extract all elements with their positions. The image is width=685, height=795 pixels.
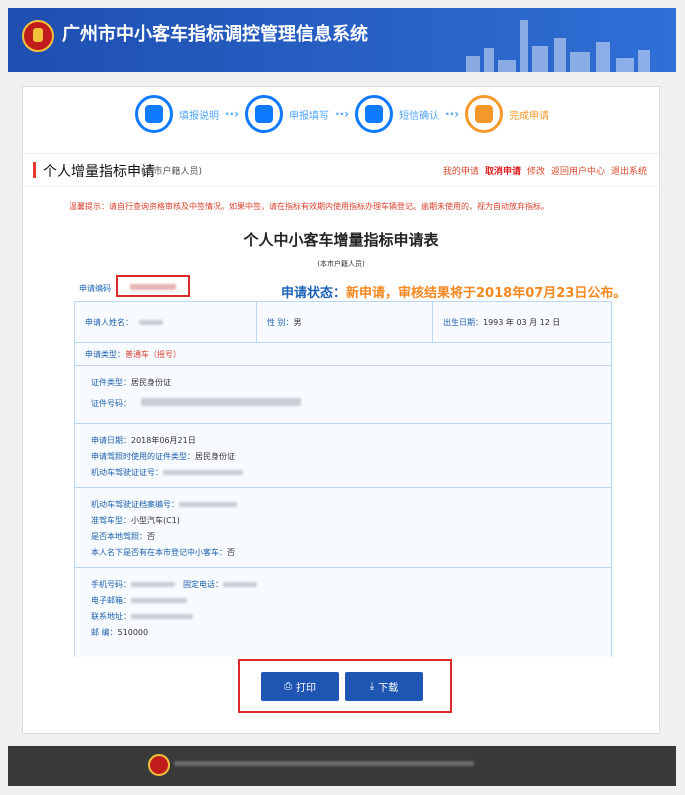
list-icon bbox=[135, 95, 173, 133]
gender-cell: 性 别：男 bbox=[257, 302, 433, 342]
buttons-highlight: ⎙ 打印 ⤓ 下载 bbox=[238, 659, 452, 713]
section-titlebar: 个人增量指标申请 (本市户籍人员) 我的申请 取消申请 修改 返回用户中心 退出… bbox=[23, 153, 659, 187]
birth-cell: 出生日期： 1993 年 03 月 12 日 bbox=[443, 317, 561, 327]
system-title: 广州市中小客车指标调控管理信息系统 bbox=[62, 24, 368, 45]
action-links: 我的申请 取消申请 修改 返回用户中心 退出系统 bbox=[443, 164, 647, 177]
name-redacted bbox=[139, 319, 163, 325]
warm-tip: 温馨提示：请自行查询资格审核及中签情况。如果中签，请在指标有效期内使用指标办理车… bbox=[69, 202, 549, 211]
step-2: 申报填写 bbox=[245, 95, 329, 133]
footer-text bbox=[174, 761, 474, 768]
city-skyline-decoration bbox=[466, 18, 656, 72]
step-4: 完成申请 bbox=[465, 95, 549, 133]
download-icon: ⤓ bbox=[369, 681, 375, 692]
edit-icon bbox=[245, 95, 284, 133]
footer-bar bbox=[8, 746, 676, 786]
row-apply-type: 申请类型： 普通车（摇号） bbox=[75, 343, 611, 366]
title-accent bbox=[33, 162, 36, 178]
link-cancel-application[interactable]: 取消申请 bbox=[485, 164, 521, 177]
link-modify[interactable]: 修改 bbox=[527, 164, 545, 177]
done-icon bbox=[465, 95, 504, 133]
row-license: 机动车驾驶证档案编号： 准驾车型：小型汽车(C1) 是否本地驾照：否 本人名下是… bbox=[75, 488, 611, 568]
form-title: 个人中小客车增量指标申请表 bbox=[243, 231, 439, 249]
step-1: 填报说明 bbox=[135, 95, 219, 133]
step-label: 填报说明 bbox=[179, 110, 219, 122]
download-button[interactable]: ⤓ 下载 bbox=[345, 672, 423, 701]
printer-icon: ⎙ bbox=[284, 681, 292, 692]
step-label: 完成申请 bbox=[509, 110, 550, 122]
step-arrow-icon: ··› bbox=[225, 107, 240, 121]
step-arrow-icon: ··› bbox=[445, 107, 460, 121]
id-no-redacted bbox=[141, 398, 301, 406]
link-user-center[interactable]: 返回用户中心 bbox=[551, 164, 605, 177]
footer-logo bbox=[148, 754, 170, 776]
section-title: 个人增量指标申请 bbox=[43, 164, 155, 180]
header-bar: 广州市中小客车指标调控管理信息系统 bbox=[8, 8, 676, 72]
print-button[interactable]: ⎙ 打印 bbox=[261, 672, 339, 701]
app-no-redacted bbox=[116, 275, 190, 297]
step-label: 申报填写 bbox=[289, 110, 330, 122]
step-label: 短信确认 bbox=[399, 110, 440, 122]
main-card: 填报说明 ··› 申报填写 ··› 短信确认 ··› 完成申请 个人增量指标申请… bbox=[22, 86, 660, 734]
link-my-application[interactable]: 我的申请 bbox=[443, 164, 479, 177]
step-3: 短信确认 bbox=[355, 95, 439, 133]
name-cell: 申请人姓名： bbox=[75, 302, 257, 342]
phone-icon bbox=[355, 95, 394, 133]
row-id: 证件类型：居民身份证 证件号码： bbox=[75, 366, 611, 424]
link-logout[interactable]: 退出系统 bbox=[611, 164, 647, 177]
progress-steps: 填报说明 ··› 申报填写 ··› 短信确认 ··› 完成申请 bbox=[135, 95, 549, 133]
row-apply-date: 申请日期：2018年06月21日 申请驾照时使用的证件类型：居民身份证 机动车驾… bbox=[75, 424, 611, 488]
emblem-logo bbox=[22, 20, 54, 52]
app-no-label: 申请编码 bbox=[79, 284, 111, 293]
form-subtitle: (本市户籍人员) bbox=[317, 260, 365, 268]
step-arrow-icon: ··› bbox=[335, 107, 350, 121]
row-contact: 手机号码： 固定电话： 电子邮箱： 联系地址： 邮 编：510000 bbox=[75, 568, 611, 657]
row-personal: 申请人姓名： 性 别：男 出生日期： 1993 年 03 月 12 日 bbox=[75, 302, 611, 343]
section-subtitle: (本市户籍人员) bbox=[141, 167, 203, 177]
application-table: 申请人姓名： 性 别：男 出生日期： 1993 年 03 月 12 日 申请类型：… bbox=[74, 301, 612, 657]
application-status: 申请状态：新申请，审核结果将于2018年07月23日公布。 bbox=[281, 286, 627, 301]
